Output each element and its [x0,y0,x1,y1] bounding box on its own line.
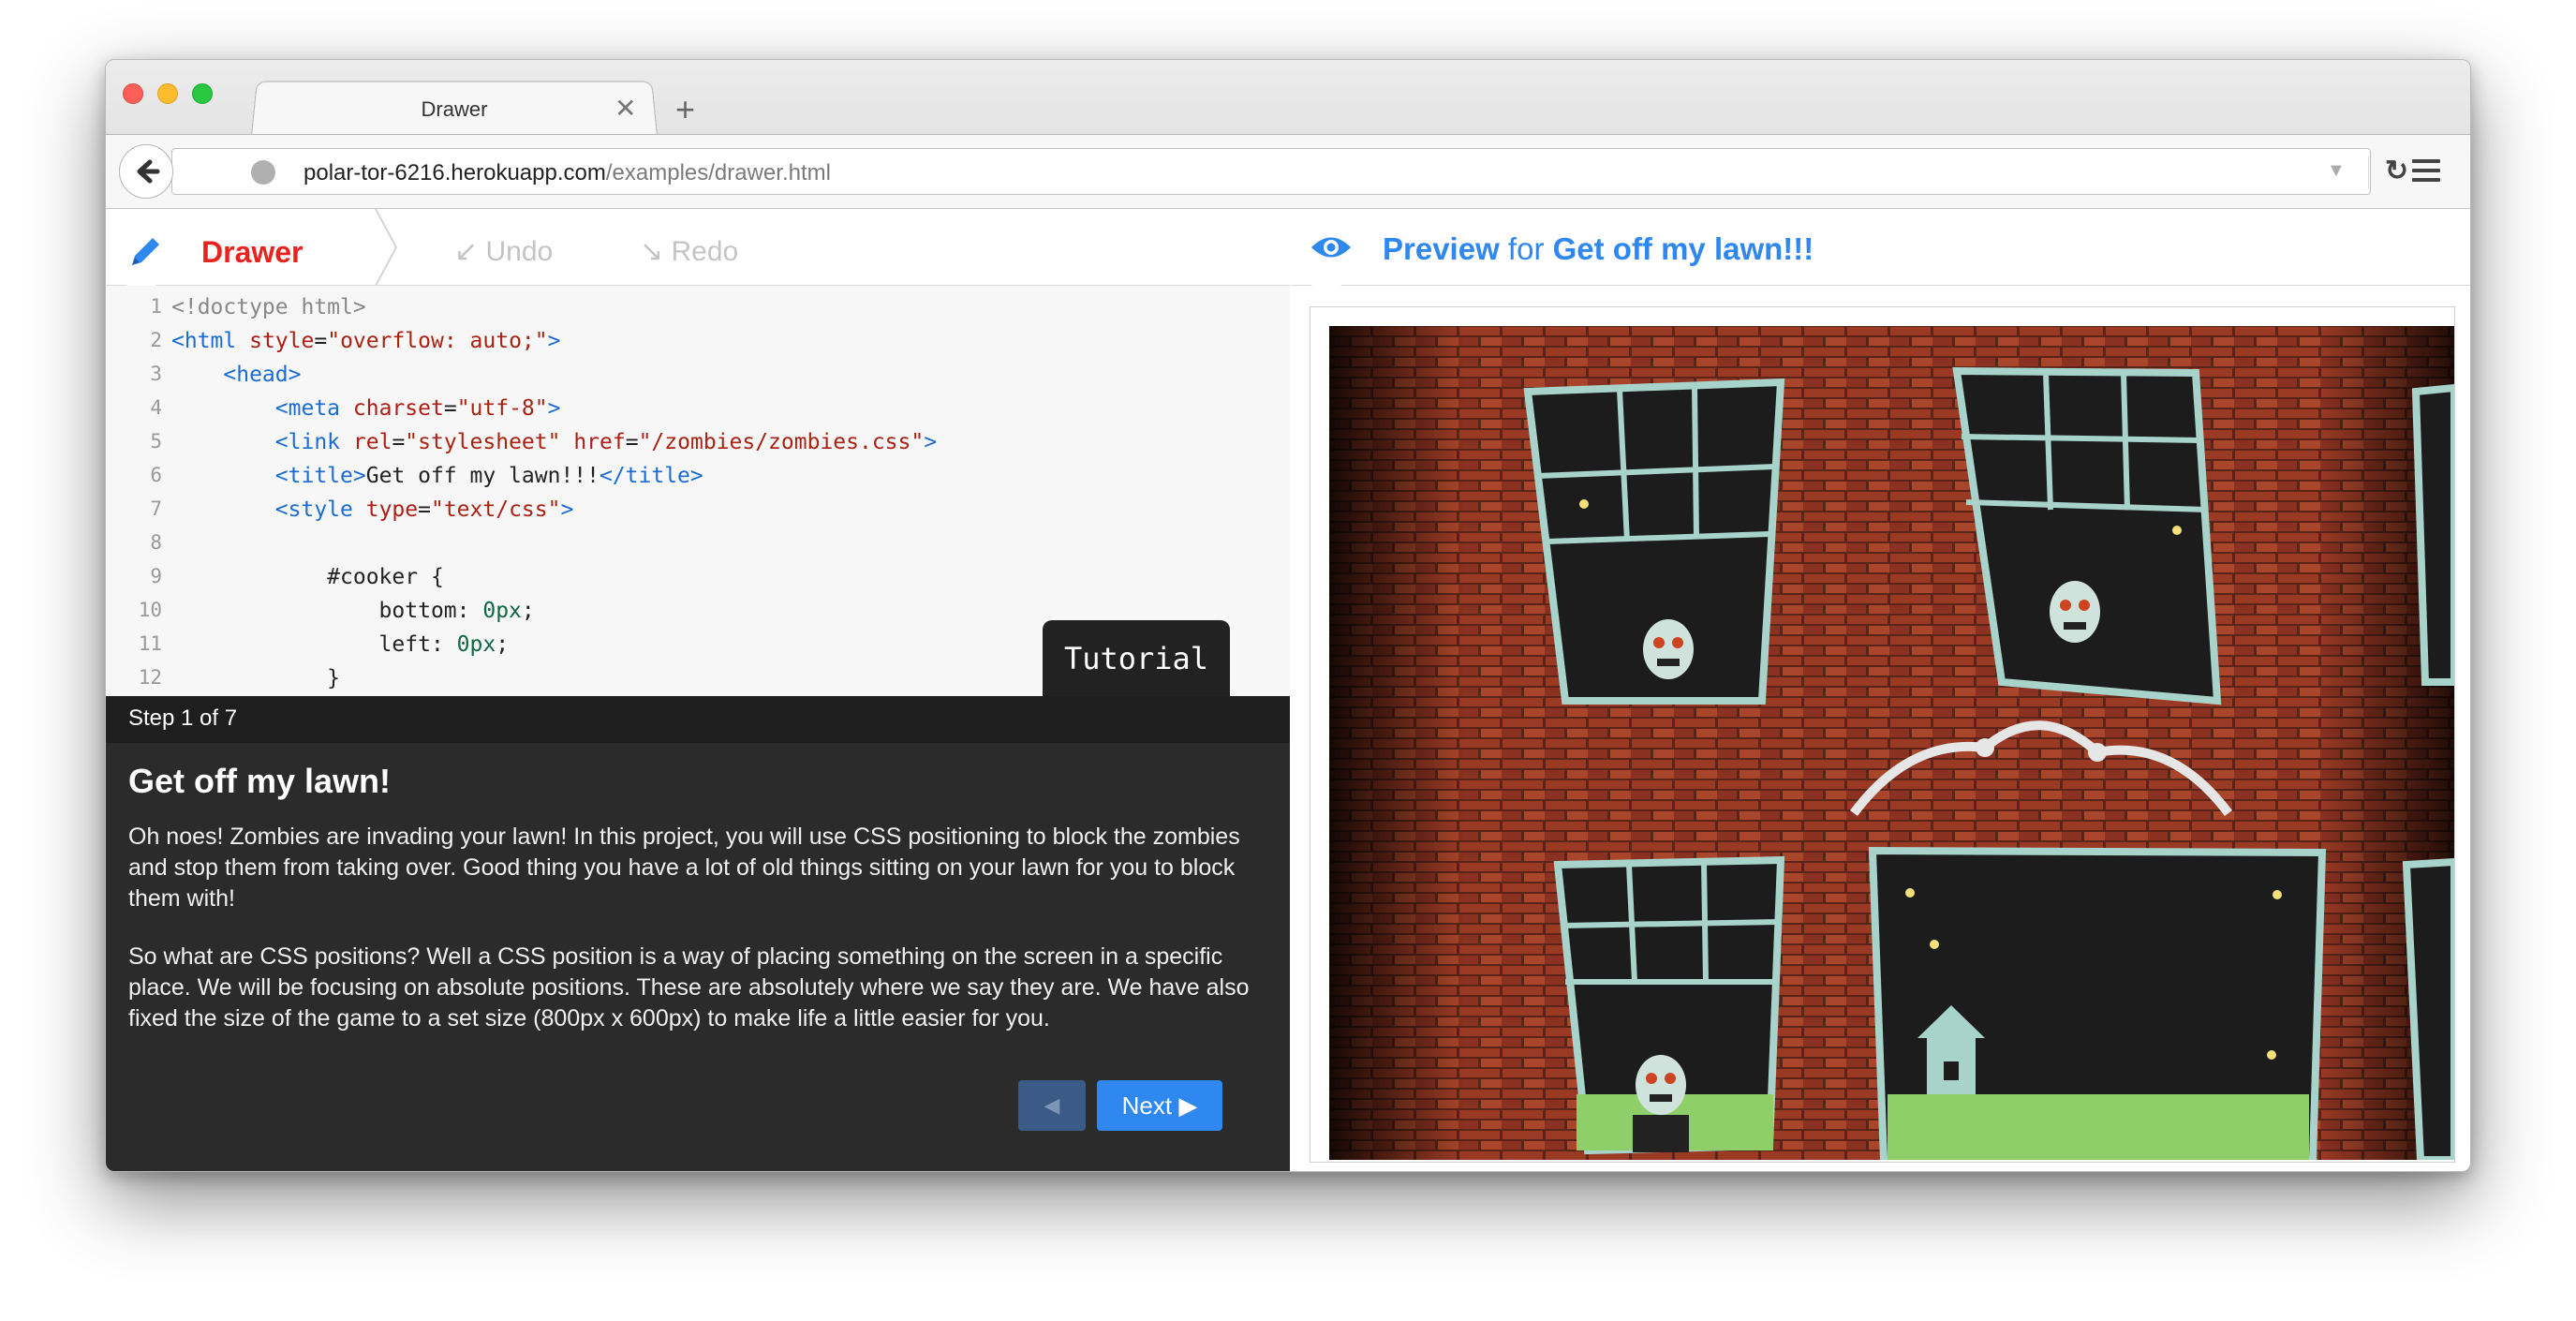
line-number: 6 [150,464,162,486]
line-number: 9 [150,565,162,587]
tutorial-paragraph-2: So what are CSS positions? Well a CSS po… [128,943,1250,1032]
next-step-button[interactable]: Next ▶ [1097,1080,1222,1131]
line-number: 10 [138,599,162,621]
line-number: 3 [150,363,162,385]
preview-for: for [1499,231,1553,266]
tab-title: Drawer [421,97,488,121]
tutorial-panel: Step 1 of 7 Get off my lawn! Oh noes! Zo… [106,696,1290,1171]
editor-toolbar: Drawer ↙ Undo ↘ Redo [106,209,1290,298]
star-dot [2172,526,2182,535]
eye-icon [1311,237,1351,258]
step-indicator: Step 1 of 7 [106,696,1290,743]
code-line[interactable]: left: 0px; [171,632,510,657]
line-number: 11 [138,632,162,655]
zombie-2 [2050,581,2100,643]
redo-button[interactable]: ↘ Redo [640,235,738,268]
code-line[interactable]: } [171,666,340,690]
code-line[interactable]: <title>Get off my lawn!!!</title> [171,464,703,488]
globe-icon [251,160,275,185]
preview-pane: Preview for Get off my lawn!!! [1291,209,2470,1171]
zombie-3 [1633,1055,1689,1152]
tutorial-tab[interactable]: Tutorial [1043,620,1230,696]
zombie-1 [1643,619,1694,679]
close-window-button[interactable] [123,83,143,104]
address-bar[interactable]: polar-tor-6216.herokuapp.com/examples/dr… [171,148,2408,195]
hamburger-menu-icon[interactable] [2412,159,2440,187]
new-tab-icon[interactable]: + [675,90,695,129]
star-dot [1579,499,1589,509]
line-number: 8 [150,531,162,554]
undo-button[interactable]: ↙ Undo [454,235,553,268]
minimize-window-button[interactable] [157,83,178,104]
line-gutter: 1234567891011121314 [106,286,162,696]
url-dropdown-icon[interactable]: ▼ [2327,160,2346,182]
preview-header: Preview for Get off my lawn!!! [1291,209,2470,298]
door [1868,846,2327,1160]
redo-icon: ↘ [640,236,664,267]
code-line[interactable]: <head> [171,363,301,387]
url-path: /examples/drawer.html [605,160,831,186]
window-edge-top [2411,383,2454,686]
breadcrumb-separator [375,209,398,286]
preview-page-title: Get off my lawn!!! [1552,231,1814,266]
code-line[interactable]: <!doctype html> [171,295,366,319]
navigation-bar: polar-tor-6216.herokuapp.com/examples/dr… [106,134,2470,209]
preview-frame [1310,306,2455,1163]
url-text[interactable]: polar-tor-6216.herokuapp.com/examples/dr… [303,160,831,186]
code-line[interactable]: <style type="text/css"> [171,497,574,522]
zoom-window-button[interactable] [192,83,213,104]
reload-icon[interactable]: ↻ [2385,155,2408,187]
code-line[interactable]: #cooker { [171,565,444,589]
code-line[interactable]: <html style="overflow: auto;"> [171,329,560,353]
code-line[interactable]: bottom: 0px; [171,599,535,623]
line-number: 4 [150,396,162,419]
line-number: 1 [150,295,162,318]
code-editor[interactable]: 1234567891011121314 <!doctype html><html… [106,286,1290,696]
preview-pointer [1311,285,1341,298]
previous-step-button[interactable]: ◀ [1018,1080,1086,1131]
tutorial-title: Get off my lawn! [128,762,392,800]
tab-bar: Drawer ✕ + [106,60,2470,136]
undo-label: Undo [485,236,554,267]
window-top-right [1952,366,2222,705]
redo-label: Redo [671,236,739,267]
line-number: 7 [150,497,162,520]
tab-close-icon[interactable]: ✕ [614,93,636,124]
page-content: Drawer ↙ Undo ↘ Redo 1234567891011121314… [106,209,2470,1171]
pencil-icon [132,238,159,265]
line-number: 12 [138,666,162,689]
editor-pane: Drawer ↙ Undo ↘ Redo 1234567891011121314… [106,209,1290,1171]
back-arrow-icon [137,159,160,184]
preview-title: Preview for Get off my lawn!!! [1383,231,1814,267]
tutorial-paragraph-1: Oh noes! Zombies are invading your lawn!… [128,824,1240,912]
url-separator [2368,156,2369,188]
url-host: polar-tor-6216.herokuapp.com [303,160,606,186]
drawer-title: Drawer [201,235,303,269]
line-number: 2 [150,329,162,351]
browser-window: Drawer ✕ + polar-tor-6216.herokuapp.com/… [105,59,2471,1172]
preview-prefix: Preview [1383,231,1500,266]
back-button[interactable] [119,144,173,199]
undo-icon: ↙ [454,236,479,267]
line-number: 5 [150,430,162,453]
code-line[interactable]: <meta charset="utf-8"> [171,396,561,421]
code-line[interactable]: <link rel="stylesheet" href="/zombies/zo… [171,430,937,454]
zombie-game-scene[interactable] [1329,326,2454,1160]
